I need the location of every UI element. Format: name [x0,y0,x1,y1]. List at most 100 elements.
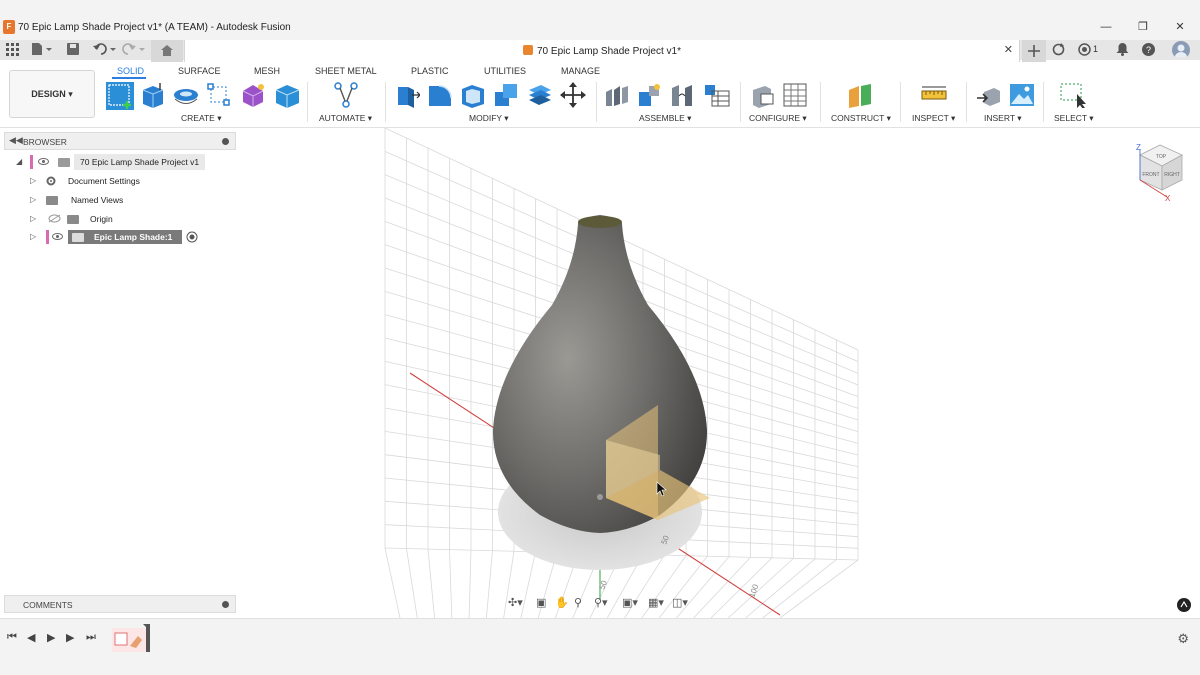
viewports-icon[interactable]: ◫▾ [672,596,688,609]
feedback-icon[interactable] [1177,598,1191,612]
configure-group-label[interactable]: CONFIGURE ▾ [749,113,807,124]
tab-surface[interactable]: SURFACE [178,66,221,76]
browser-root-row[interactable]: ◢ 70 Epic Lamp Shade Project v1 [16,154,206,170]
grid-settings-icon[interactable]: ▦▾ [648,596,664,609]
offset-plane-icon[interactable] [847,82,873,108]
fusion-app-icon: F [3,20,15,34]
press-pull-icon[interactable] [394,82,420,108]
inspect-group-label[interactable]: INSPECT ▾ [912,113,955,124]
joint-table-icon[interactable] [704,82,730,108]
measure-icon[interactable] [921,82,947,108]
create-sketch-icon[interactable] [105,81,135,111]
combine-icon[interactable] [493,82,519,108]
add-comment-icon[interactable] [222,601,229,608]
visibility-eye-icon[interactable] [38,158,49,165]
fillet-icon[interactable] [427,82,453,108]
joint-icon[interactable] [637,82,663,108]
origin-point[interactable] [597,494,603,500]
workspace-switcher[interactable]: DESIGN ▾ [9,70,95,118]
expand-arrow-icon[interactable]: ▷ [30,192,36,208]
grid-line [384,547,401,618]
group-divider [740,82,741,122]
user-avatar-icon[interactable] [1172,41,1190,57]
sync-icon[interactable] [1052,43,1065,59]
file-menu-icon[interactable] [31,42,53,58]
tab-solid[interactable]: SOLID [117,66,144,76]
browser-item-named-views[interactable]: ▷ Named Views [30,192,210,208]
timeline-feature-sketch[interactable] [112,624,150,652]
fit-icon[interactable]: ⚲▾ [594,596,608,609]
new-tab-button[interactable] [1022,40,1046,62]
select-group-label[interactable]: SELECT ▾ [1054,113,1094,124]
insert-derive-icon[interactable] [976,82,1002,108]
modify-group-label[interactable]: MODIFY ▾ [469,113,509,124]
tab-mesh[interactable]: MESH [254,66,280,76]
undo-icon[interactable] [93,42,117,58]
revolve-icon[interactable] [173,82,199,108]
go-to-end-icon[interactable]: ⏭ [86,631,96,644]
expand-arrow-icon[interactable]: ▷ [30,173,36,189]
configuration-table-icon[interactable] [782,82,808,108]
pan-icon[interactable]: ✋ [555,596,569,609]
collapse-arrow-icon[interactable]: ◢ [16,154,22,170]
sweep-icon[interactable] [206,82,232,108]
minimize-button[interactable]: — [1096,19,1116,35]
redo-icon[interactable] [122,42,146,58]
pin-panel-icon[interactable] [222,138,229,145]
move-copy-icon[interactable] [560,82,586,108]
create-group-label[interactable]: CREATE ▾ [181,113,221,124]
zoom-icon[interactable]: ⚲ [574,596,582,609]
activate-radio-icon[interactable] [186,231,198,243]
close-window-button[interactable]: ✕ [1170,19,1190,35]
form-icon[interactable] [240,82,266,108]
axis-tick-label: 100 [747,583,760,599]
automate-group-label[interactable]: AUTOMATE ▾ [319,113,372,124]
view-cube[interactable]: TOP FRONT RIGHT Z X [1136,143,1183,203]
new-component-icon[interactable] [604,82,630,108]
browser-item-component[interactable]: ▷ Epic Lamp Shade:1 [30,229,210,245]
assemble-group-label[interactable]: ASSEMBLE ▾ [639,113,691,124]
orbit-icon[interactable]: ✣▾ [508,596,523,609]
extrude-icon[interactable] [140,82,166,108]
notifications-icon[interactable] [1116,42,1129,58]
offset-face-icon[interactable] [527,82,553,108]
tab-manage[interactable]: MANAGE [561,66,600,76]
go-to-start-icon[interactable]: ⏮ [7,631,17,644]
app-grid-icon[interactable] [6,43,19,59]
construct-group-label[interactable]: CONSTRUCT ▾ [831,113,891,124]
shell-icon[interactable] [460,82,486,108]
save-icon[interactable] [67,43,79,59]
close-document-button[interactable]: ✕ [1004,43,1013,56]
look-at-icon[interactable]: ▣ [536,596,546,609]
browser-item-document-settings[interactable]: ▷ Document Settings [30,173,210,189]
restore-button[interactable]: ❐ [1133,19,1153,35]
box-icon[interactable] [274,82,300,108]
tab-utilities[interactable]: UTILITIES [484,66,526,76]
visibility-eye-icon[interactable] [52,233,63,240]
timeline-settings-gear-icon[interactable]: ⚙ [1177,631,1189,647]
step-forward-icon[interactable]: ▶ [66,631,74,644]
hidden-eye-icon[interactable] [48,214,61,223]
display-settings-icon[interactable]: ▣▾ [622,596,638,609]
insert-group-label[interactable]: INSERT ▾ [984,113,1022,124]
insert-canvas-icon[interactable] [1009,82,1035,108]
configure-icon[interactable] [749,82,775,108]
select-icon[interactable] [1060,82,1086,108]
play-icon[interactable]: ▶ [47,631,55,644]
document-tab[interactable]: 70 Epic Lamp Shade Project v1* ✕ [184,40,1020,62]
job-status[interactable]: 1 [1078,42,1100,58]
as-built-joint-icon[interactable] [670,82,696,108]
tab-sheet-metal[interactable]: SHEET METAL [315,66,377,76]
viewcube-x-label: X [1165,194,1171,203]
home-tab[interactable] [151,40,183,62]
collapse-panel-icon[interactable]: ◀◀ [9,135,23,146]
browser-panel-header[interactable]: ◀◀ BROWSER [4,132,236,150]
automate-icon[interactable] [333,82,359,108]
comments-panel-header[interactable]: COMMENTS [4,595,236,613]
browser-item-origin[interactable]: ▷ Origin [30,211,210,227]
help-icon[interactable]: ? [1142,43,1155,59]
expand-arrow-icon[interactable]: ▷ [30,229,36,245]
step-back-icon[interactable]: ◀ [27,631,35,644]
expand-arrow-icon[interactable]: ▷ [30,211,36,227]
tab-plastic[interactable]: PLASTIC [411,66,449,76]
